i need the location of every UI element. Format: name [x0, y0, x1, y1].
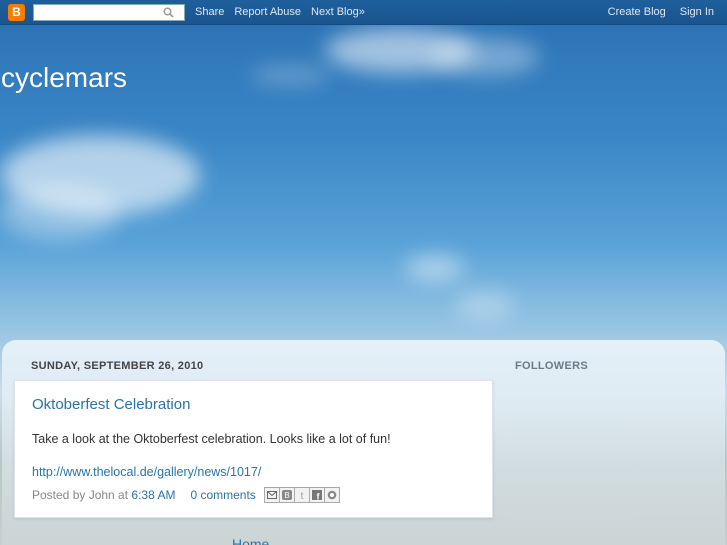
blogthis-icon[interactable]: B — [278, 487, 295, 503]
posted-by-label: Posted by John at — [32, 488, 129, 502]
comments-link[interactable]: 0 comments — [190, 488, 255, 502]
cloud — [455, 290, 515, 320]
cloud — [405, 255, 465, 281]
post-card: Oktoberfest Celebration Take a look at t… — [14, 380, 493, 518]
cloud — [430, 38, 540, 76]
blogger-logo-icon[interactable]: B — [8, 3, 25, 21]
share-link[interactable]: Share — [195, 6, 224, 18]
search-icon — [163, 7, 174, 18]
post-title[interactable]: Oktoberfest Celebration — [32, 396, 190, 413]
search-button[interactable] — [153, 3, 185, 21]
post-time-link[interactable]: 6:38 AM — [131, 488, 175, 502]
create-blog-link[interactable]: Create Blog — [608, 6, 666, 18]
sign-in-link[interactable]: Sign In — [680, 6, 714, 18]
followers-title: FOLLOWERS — [515, 360, 588, 372]
blog-title[interactable]: cyclemars — [1, 62, 127, 94]
post-body: Take a look at the Oktoberfest celebrati… — [32, 432, 391, 446]
post-footer: Posted by John at 6:38 AM 0 comments B t… — [32, 487, 340, 503]
navbar-right: Create Blog Sign In — [594, 6, 727, 18]
cloud — [250, 65, 330, 85]
svg-text:t: t — [300, 491, 303, 500]
post-link[interactable]: http://www.thelocal.de/gallery/news/1017… — [32, 465, 261, 479]
search-input[interactable] — [33, 3, 153, 21]
share-buttons: B t f — [263, 487, 340, 503]
cloud — [0, 185, 120, 240]
email-icon[interactable] — [263, 487, 280, 503]
report-abuse-link[interactable]: Report Abuse — [234, 6, 301, 18]
buzz-icon[interactable] — [323, 487, 340, 503]
facebook-icon[interactable]: f — [308, 487, 325, 503]
date-header: SUNDAY, SEPTEMBER 26, 2010 — [31, 360, 204, 372]
svg-text:B: B — [284, 491, 289, 500]
blogger-navbar: B Share Report Abuse Next Blog» Create B… — [0, 0, 727, 25]
home-link[interactable]: Home — [232, 536, 269, 545]
twitter-icon[interactable]: t — [293, 487, 310, 503]
next-blog-link[interactable]: Next Blog» — [311, 6, 365, 18]
